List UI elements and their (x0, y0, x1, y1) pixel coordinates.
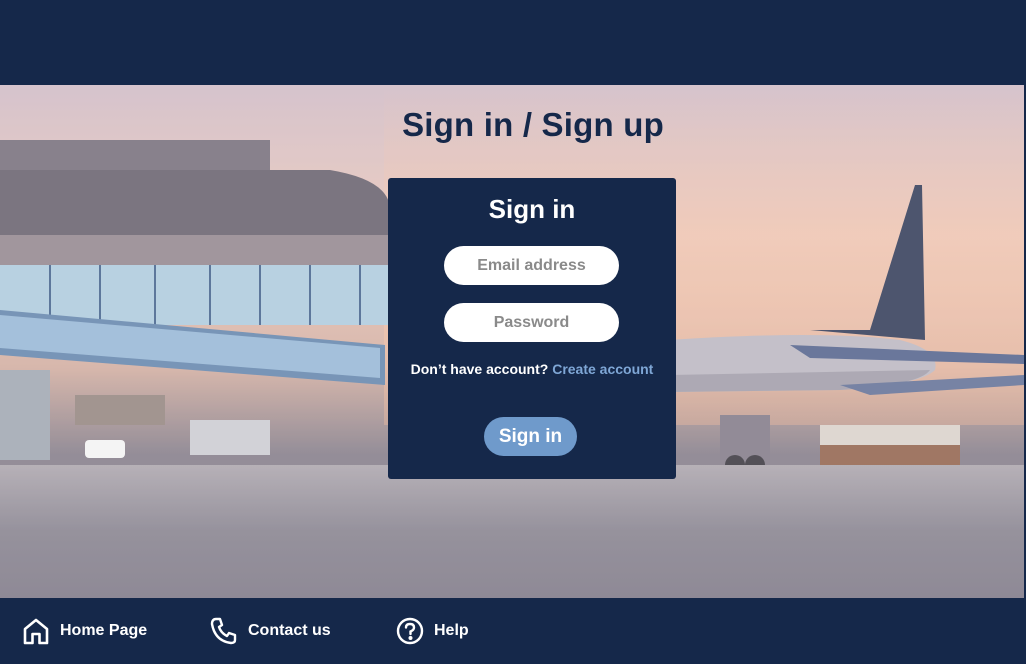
help-icon (396, 617, 424, 645)
signin-card-title: Sign in (488, 194, 576, 224)
signin-page: Sign in / Sign up Sign in Don’t have acc… (0, 0, 1026, 664)
footer-home-label: Home Page (60, 622, 148, 639)
top-bar (0, 0, 1024, 85)
footer-help-label: Help (434, 622, 469, 639)
password-field[interactable] (444, 303, 619, 342)
email-field[interactable] (444, 246, 619, 285)
signin-card: Sign in Don’t have account? Create accou… (388, 178, 676, 479)
phone-icon (210, 617, 237, 645)
footer-contact-link[interactable]: Contact us (209, 615, 331, 647)
home-icon (23, 618, 49, 645)
create-account-link[interactable]: Create account (552, 361, 653, 377)
footer-contact-label: Contact us (248, 622, 331, 639)
signin-button[interactable]: Sign in (484, 417, 577, 456)
no-account-text: Don’t have account? (410, 361, 549, 377)
footer-nav: Home Page Contact us Help (0, 598, 1026, 664)
account-prompt: Don’t have account? Create account (388, 361, 676, 377)
page-title: Sign in / Sign up (402, 106, 664, 143)
footer-home-link[interactable]: Home Page (21, 615, 147, 647)
footer-help-link[interactable]: Help (395, 615, 469, 647)
